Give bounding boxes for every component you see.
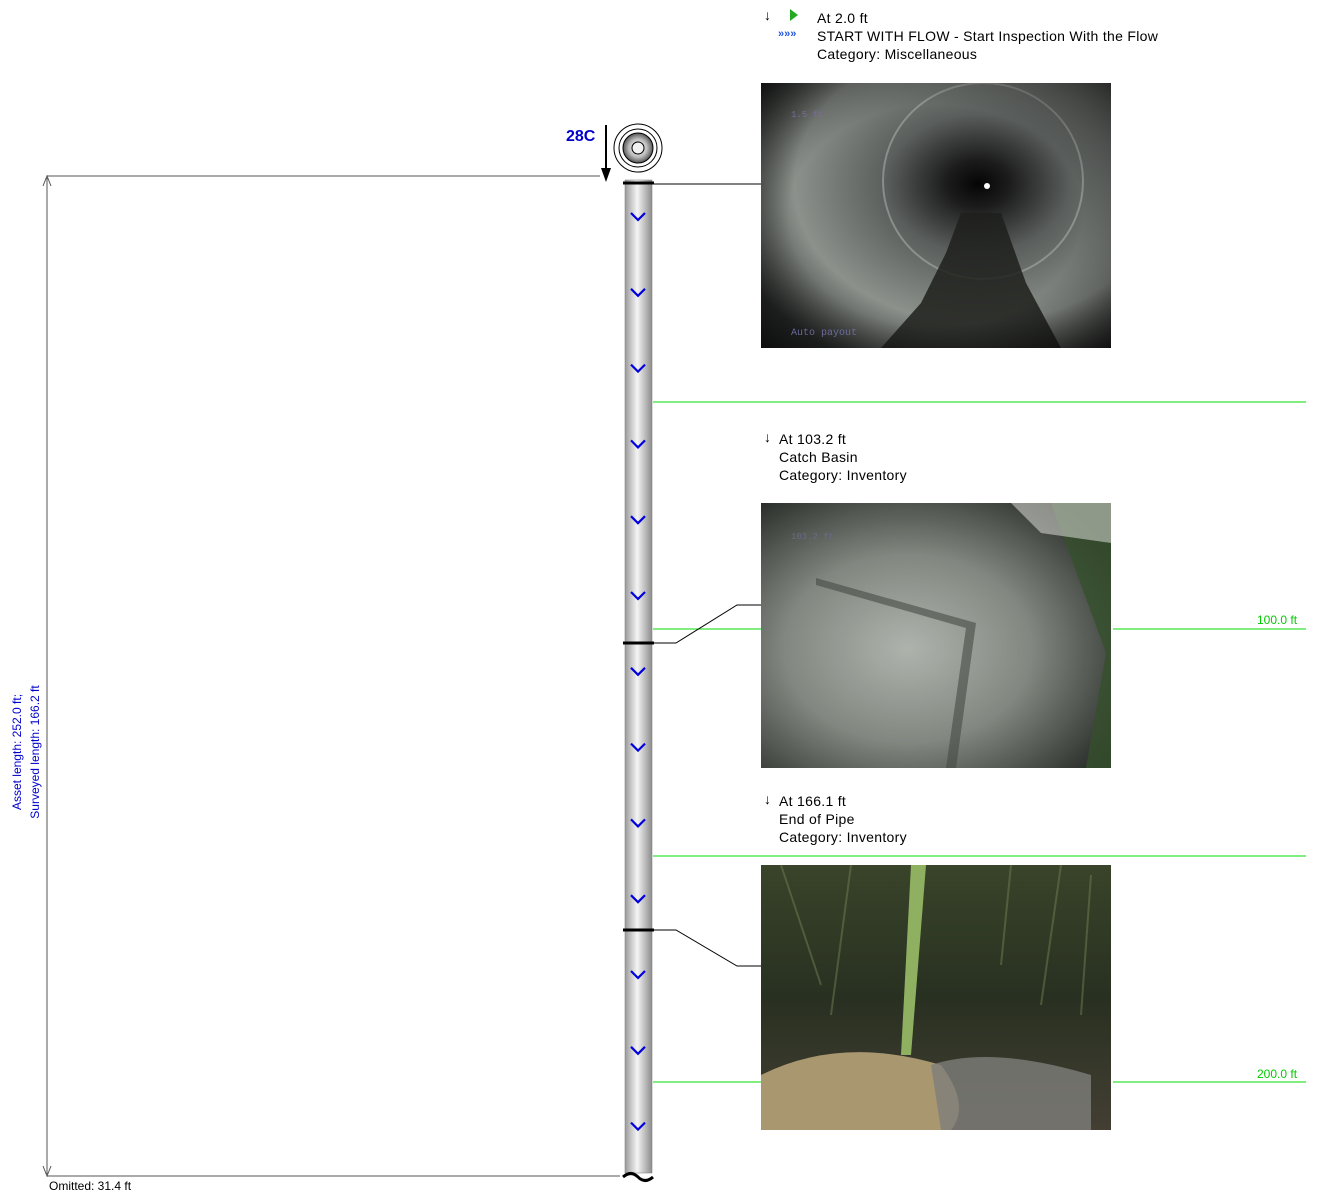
asset-length: Asset length: 252.0 ft; [10, 693, 24, 811]
photo-overlay-payout: Auto payout [791, 328, 857, 339]
start-with-flow-icon: »»» [778, 9, 798, 40]
ruler-label-200: 200.0 ft [1257, 1067, 1298, 1081]
pipe [624, 179, 653, 1174]
svg-text:»»»: »»» [778, 28, 796, 40]
observation-title: End of Pipe [779, 811, 855, 827]
observation-title: Catch Basin [779, 449, 858, 465]
manhole-icon[interactable] [613, 123, 663, 173]
down-arrow-icon: ↓ [764, 429, 771, 445]
dimension-lines [42, 174, 620, 1178]
observation-3-text[interactable]: At 166.1 ft End of Pipe Category: Invent… [779, 792, 907, 846]
ruler-label-100: 100.0 ft [1257, 613, 1298, 627]
observation-1-text[interactable]: At 2.0 ft START WITH FLOW - Start Inspec… [817, 9, 1158, 63]
pipe-break [622, 1172, 654, 1182]
observation-category: Category: Inventory [779, 467, 907, 483]
down-arrow-icon: ↓ [764, 7, 771, 23]
photo-overlay-distance: 103.2 ft [791, 532, 834, 542]
photo-overlay-distance: 1.5 ft [791, 110, 823, 120]
observation-category: Category: Miscellaneous [817, 46, 978, 62]
length-dimension-label: Asset length: 252.0 ft; Surveyed length:… [8, 642, 44, 862]
observation-position: At 103.2 ft [779, 431, 847, 447]
observation-title: START WITH FLOW - Start Inspection With … [817, 28, 1159, 44]
observation-position: At 2.0 ft [817, 10, 868, 26]
observation-1-photo[interactable]: 1.5 ft Auto payout [761, 83, 1111, 348]
observation-category: Category: Inventory [779, 829, 907, 845]
observation-3-photo[interactable] [761, 865, 1111, 1130]
manhole-label: 28C [566, 128, 596, 145]
observation-2-photo[interactable]: 103.2 ft [761, 503, 1111, 768]
observation-2-text[interactable]: At 103.2 ft Catch Basin Category: Invent… [779, 430, 907, 484]
pipe-diagram: »»» [42, 9, 1306, 1182]
surveyed-length: Surveyed length: 166.2 ft [28, 685, 42, 819]
down-arrow-icon: ↓ [764, 791, 771, 807]
observation-position: At 166.1 ft [779, 793, 847, 809]
down-arrow-icon [601, 125, 611, 182]
omitted-length: Omitted: 31.4 ft [49, 1179, 132, 1193]
